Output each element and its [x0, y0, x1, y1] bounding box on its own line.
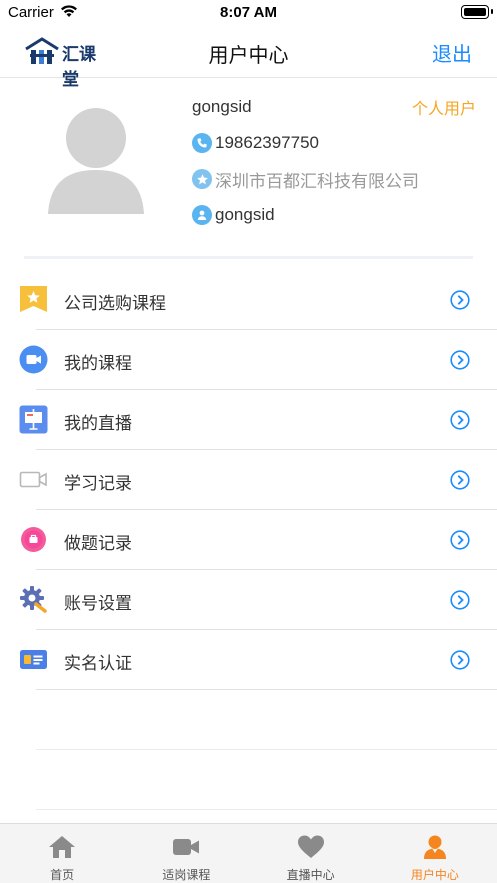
company-row: 深圳市百都汇科技有限公司: [192, 167, 419, 191]
phone-row: 19862397750: [192, 131, 319, 155]
chevron-right-circle-icon[interactable]: [450, 290, 470, 310]
gear-icon: [20, 586, 47, 613]
menu-label: 实名认证: [64, 654, 132, 673]
page-title: 用户中心: [208, 45, 289, 67]
account-name: gongsid: [215, 205, 275, 224]
home-icon: [49, 836, 76, 858]
divider: [36, 809, 497, 810]
phone-number: 19862397750: [215, 133, 320, 152]
menu-item-account-settings[interactable]: 账号设置: [0, 570, 497, 630]
avatar[interactable]: [46, 104, 146, 216]
nav-bar: 汇课堂 用户中心 退出: [0, 26, 497, 90]
profile-card: gongsid 个人用户 19862397750 深圳市百都汇科技有限公司 go…: [0, 78, 497, 259]
camera-record-icon: [19, 471, 47, 488]
menu-list: 公司选购课程 我的课程 我的直播 学习记录 做题记录 账号设置 实名认证: [0, 270, 497, 690]
user-icon: [423, 835, 446, 859]
clock: 8:07 AM: [220, 4, 277, 21]
battery-icon: [461, 5, 493, 19]
chevron-right-circle-icon[interactable]: [450, 470, 470, 490]
tab-label: 适岗课程: [162, 868, 211, 882]
tab-label: 用户中心: [410, 868, 459, 882]
id-card-icon: [20, 650, 47, 669]
menu-item-real-name-verification[interactable]: 实名认证: [0, 630, 497, 690]
phone-icon: [192, 133, 212, 153]
divider: [36, 689, 497, 690]
menu-item-my-live[interactable]: 我的直播: [0, 390, 497, 450]
exercise-icon: [21, 527, 46, 552]
user-type-badge: 个人用户: [411, 101, 476, 118]
menu-label: 我的课程: [64, 354, 132, 373]
star-icon: [192, 169, 212, 189]
menu-item-study-records[interactable]: 学习记录: [0, 450, 497, 510]
chevron-right-circle-icon[interactable]: [450, 410, 470, 430]
tab-live-center[interactable]: 直播中心: [249, 824, 373, 883]
chevron-right-circle-icon[interactable]: [450, 590, 470, 610]
tab-label: 首页: [50, 868, 75, 882]
menu-item-my-courses[interactable]: 我的课程: [0, 330, 497, 390]
company-name: 深圳市百都汇科技有限公司: [215, 171, 419, 191]
chevron-right-circle-icon[interactable]: [450, 650, 470, 670]
menu-label: 做题记录: [64, 534, 132, 553]
tab-user-center[interactable]: 用户中心: [373, 824, 497, 883]
username: gongsid: [192, 97, 252, 116]
heart-icon: [297, 835, 324, 858]
divider: [24, 256, 473, 259]
logout-button[interactable]: 退出: [432, 38, 472, 67]
account-row: gongsid: [192, 203, 275, 227]
divider: [36, 749, 497, 750]
chevron-right-circle-icon[interactable]: [450, 530, 470, 550]
menu-label: 我的直播: [64, 414, 132, 433]
menu-label: 学习记录: [64, 474, 132, 493]
presentation-board-icon: [19, 405, 48, 434]
video-icon: [19, 345, 48, 374]
status-bar: Carrier 8:07 AM: [0, 0, 497, 26]
menu-label: 公司选购课程: [64, 294, 166, 313]
menu-item-exercise-records[interactable]: 做题记录: [0, 510, 497, 570]
star-badge-icon: [20, 286, 47, 312]
tab-home[interactable]: 首页: [0, 824, 124, 883]
video-camera-icon: [173, 839, 200, 855]
tab-bar: 首页 适岗课程 直播中心 用户中心: [0, 823, 497, 883]
chevron-right-circle-icon[interactable]: [450, 350, 470, 370]
tab-job-courses[interactable]: 适岗课程: [124, 824, 248, 883]
tab-label: 直播中心: [286, 868, 335, 882]
person-icon: [192, 205, 212, 225]
menu-label: 账号设置: [64, 594, 132, 613]
menu-item-company-courses[interactable]: 公司选购课程: [0, 270, 497, 330]
